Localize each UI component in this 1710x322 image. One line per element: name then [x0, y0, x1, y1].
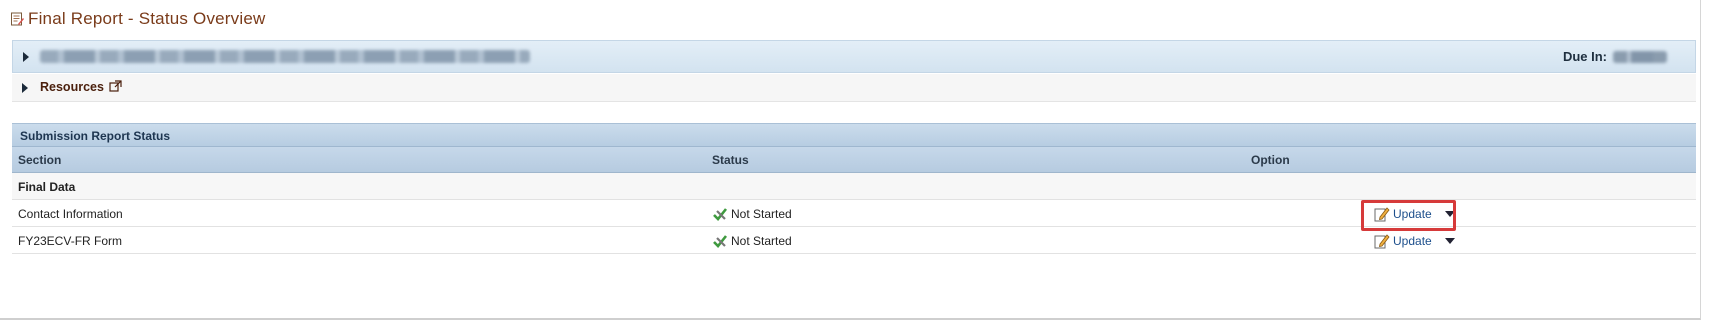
grant-info-bar[interactable]: Due In:	[12, 40, 1696, 73]
group-label: Final Data	[18, 180, 76, 194]
option-cell: Update	[1374, 231, 1455, 250]
status-cell: Not Started	[712, 234, 792, 248]
chevron-down-icon[interactable]	[1444, 210, 1455, 217]
status-label: Not Started	[731, 234, 792, 248]
group-row: Final Data	[12, 173, 1696, 200]
column-header-status: Status	[712, 153, 749, 167]
table-header: Section Status Option	[12, 147, 1696, 173]
status-label: Not Started	[731, 207, 792, 221]
redacted-due-value	[1613, 51, 1667, 63]
column-header-section: Section	[18, 153, 62, 167]
page-header: Final Report - Status Overview	[10, 8, 265, 30]
resources-bar[interactable]: Resources	[12, 74, 1696, 102]
edit-icon[interactable]	[1374, 206, 1390, 222]
submission-status-panel: Submission Report Status Section Status …	[12, 123, 1696, 254]
column-header-option: Option	[1251, 153, 1290, 167]
option-cell: Update	[1374, 204, 1455, 223]
report-icon	[10, 12, 24, 26]
status-cell: Not Started	[712, 207, 792, 221]
redacted-grant-title	[40, 50, 530, 63]
chevron-down-icon[interactable]	[1444, 237, 1455, 244]
page-title: Final Report - Status Overview	[28, 9, 266, 28]
triangle-right-icon[interactable]	[22, 83, 28, 93]
external-link-icon[interactable]	[109, 80, 122, 93]
panel-header: Submission Report Status	[12, 123, 1696, 147]
table-row: FY23ECV-FR Form Not Started Update	[12, 227, 1696, 254]
due-in-label: Due In:	[1562, 49, 1607, 64]
panel-title: Submission Report Status	[20, 129, 171, 143]
table-row: Contact Information Not Started Update	[12, 200, 1696, 227]
update-button[interactable]: Update	[1393, 234, 1432, 248]
not-started-icon	[712, 234, 728, 248]
update-button[interactable]: Update	[1393, 207, 1432, 221]
section-name: Contact Information	[18, 207, 123, 221]
resources-link[interactable]: Resources	[40, 80, 104, 94]
triangle-right-icon[interactable]	[23, 52, 29, 62]
edit-icon[interactable]	[1374, 233, 1390, 249]
page-container: Final Report - Status Overview Due In: R…	[0, 0, 1701, 320]
section-name: FY23ECV-FR Form	[18, 234, 123, 248]
not-started-icon	[712, 207, 728, 221]
